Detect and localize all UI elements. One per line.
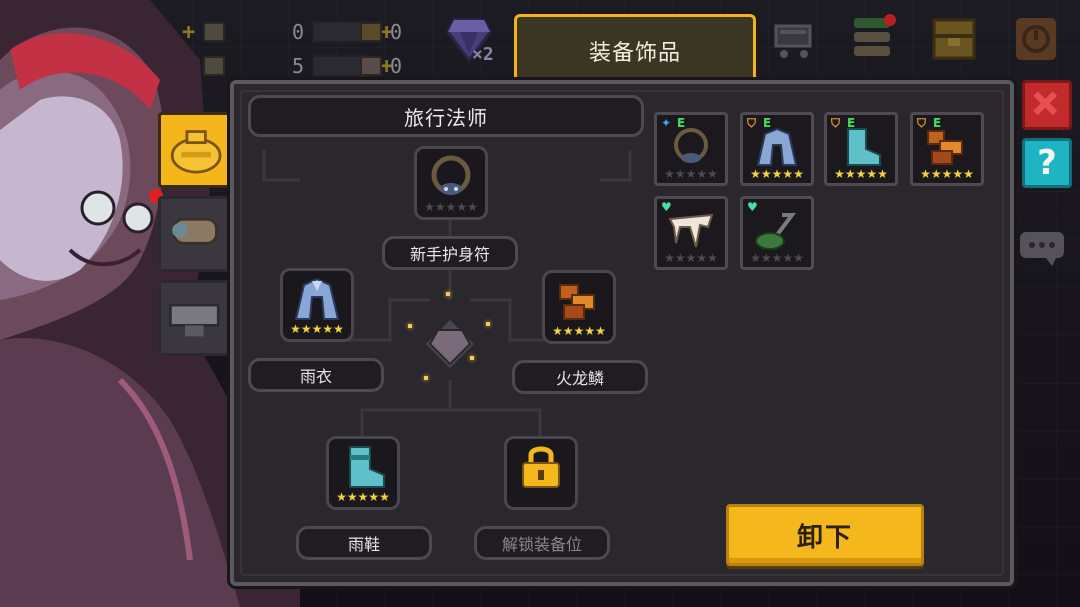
resource-value: 0 [390,54,403,78]
slot-locked[interactable] [504,436,578,510]
star-rating: ★★★★★ [664,251,718,265]
rain-boots-icon [847,128,881,166]
inventory-item-fang[interactable]: ♥ ★★★★★ [654,196,728,270]
star-rating: ★★★★★ [750,251,804,265]
star-rating: ★★★★★ [834,167,888,181]
raincoat-icon [756,127,798,166]
sparkle [486,322,490,326]
sparkle [446,292,450,296]
tab-accessories[interactable] [158,112,238,188]
fire-dragon-scale-icon [927,130,963,165]
star-rating: ★★★★★ [336,490,390,504]
slot-label-text: 火龙鳞 [555,369,604,388]
slot-accessory[interactable]: ★★★★★ [542,270,616,344]
slot-label-text: 雨衣 [299,367,332,386]
close-button[interactable] [1022,80,1072,130]
amulet-icon [674,128,708,163]
unequip-label: 卸下 [796,522,853,553]
seed-icon [360,22,382,42]
list-menu-icon[interactable] [850,12,898,62]
star-rating: ★★★★★ [552,324,606,338]
slot-boots[interactable]: ★★★★★ [326,436,400,510]
slot-label-text: 雨鞋 [347,535,380,554]
star-rating: ★★★★★ [290,322,344,336]
green-tool-icon [755,213,796,250]
star-rating: ★★★★★ [920,167,974,181]
slot-armor-label: 雨衣 [248,358,384,392]
anvil-icon [168,303,220,337]
slot-label-text: 新手护身符 [409,245,490,264]
scroll-icon [172,217,218,245]
slot-armor[interactable]: ★★★★★ [280,268,354,342]
class-name: 旅行法师 [404,105,488,130]
padlock-icon [522,446,560,488]
resource-scroll: 0 [360,52,402,80]
scroll-icon [360,56,382,76]
star-rating: ★★★★★ [424,200,478,214]
slot-amulet[interactable]: ★★★★★ [414,146,488,220]
inventory-item-fire-dragon-scale[interactable]: ⛉ E ★★★★★ [910,112,984,186]
help-label: ? [1037,143,1057,183]
help-button[interactable]: ? [1022,138,1072,188]
chat-bubble-icon[interactable] [1018,230,1068,270]
fire-dragon-scale-icon [559,284,595,320]
raincoat-icon [294,277,340,320]
star-rating: ★★★★★ [750,167,804,181]
tab-scrolls[interactable] [158,196,238,272]
slot-boots-label: 雨鞋 [296,526,432,560]
gold-bag-icon [170,130,222,174]
sparkle [408,324,412,328]
tab-equipment-accessories[interactable]: 装备饰品 [514,14,756,84]
slot-accessory-label: 火龙鳞 [512,360,648,394]
storage-chest-icon[interactable] [930,14,978,64]
character-class-title: 旅行法师 [248,95,644,137]
sparkle [424,376,428,380]
star-rating: ★★★★★ [664,167,718,181]
clock-icon[interactable] [1012,14,1060,64]
close-icon [1033,91,1058,116]
slot-locked-label: 解锁装备位 [474,526,610,560]
shop-cart-icon[interactable] [770,14,818,64]
resource-value: 0 [390,20,403,44]
gem-multiplier: ×2 [472,44,494,65]
inventory-item-rain-boots[interactable]: ⛉ E ★★★★★ [824,112,898,186]
fang-icon [668,213,714,248]
sparkle [470,356,474,360]
resource-seed: 0 [360,18,402,46]
inventory-item-amulet[interactable]: ✦ E ★★★★★ [654,112,728,186]
amulet-icon [431,155,471,195]
slot-label-text: 解锁装备位 [501,535,582,554]
inventory-item-raincoat[interactable]: ⛉ E ★★★★★ [740,112,814,186]
tab-materials[interactable] [158,280,238,356]
unequip-button[interactable]: 卸下 [726,504,924,566]
inventory-item-green-tool[interactable]: ♥ ★★★★★ [740,196,814,270]
header-tab-label: 装备饰品 [588,40,681,66]
slot-amulet-label: 新手护身符 [382,236,518,270]
rain-boots-icon [349,446,385,488]
